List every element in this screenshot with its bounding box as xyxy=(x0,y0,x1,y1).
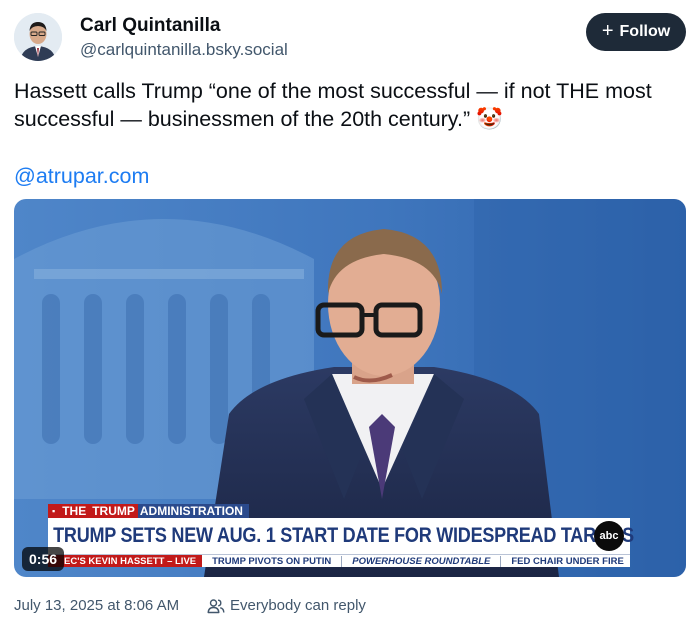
reply-setting[interactable]: Everybody can reply xyxy=(207,597,366,614)
ticker-item: TRUMP PIVOTS ON PUTIN xyxy=(212,555,332,567)
follow-button-label: Follow xyxy=(619,23,671,40)
ticker-item: EC'S KEVIN HASSETT – LIVE xyxy=(48,555,203,567)
people-icon xyxy=(207,598,225,613)
abc-logo-icon: abc xyxy=(594,521,624,551)
avatar-image xyxy=(14,13,62,61)
this-week-logo: ▪ xyxy=(48,504,60,518)
post-text: Hassett calls Trump “one of the most suc… xyxy=(14,79,652,131)
tag-the: THE xyxy=(59,504,90,518)
ticker-item: FED CHAIR UNDER FIRE xyxy=(500,555,630,567)
post-timestamp[interactable]: July 13, 2025 at 8:06 AM xyxy=(14,597,179,614)
tag-administration: ADMINISTRATION xyxy=(137,504,249,518)
author-handle[interactable]: @carlquintanilla.bsky.social xyxy=(80,40,288,60)
follow-button[interactable]: + Follow xyxy=(586,13,686,51)
author-avatar[interactable] xyxy=(14,13,62,61)
post-link[interactable]: @atrupar.com xyxy=(14,164,149,189)
ticker-item: POWERHOUSE ROUNDTABLE xyxy=(341,555,500,567)
lower-third-tag: ▪ THE TRUMP ADMINISTRATION xyxy=(48,504,249,518)
reply-setting-label: Everybody can reply xyxy=(230,597,366,614)
tag-trump: TRUMP xyxy=(89,504,138,518)
video-player[interactable]: ▪ THE TRUMP ADMINISTRATION TRUMP SETS NE… xyxy=(14,199,686,577)
author-name[interactable]: Carl Quintanilla xyxy=(80,15,220,37)
video-duration-badge: 0:56 xyxy=(22,547,65,571)
lower-third-headline-bar: TRUMP SETS NEW AUG. 1 START DATE FOR WID… xyxy=(48,518,634,554)
lower-third-ticker: EC'S KEVIN HASSETT – LIVE TRUMP PIVOTS O… xyxy=(48,554,630,567)
plus-icon: + xyxy=(601,20,614,42)
lower-third-headline: TRUMP SETS NEW AUG. 1 START DATE FOR WID… xyxy=(53,524,634,547)
